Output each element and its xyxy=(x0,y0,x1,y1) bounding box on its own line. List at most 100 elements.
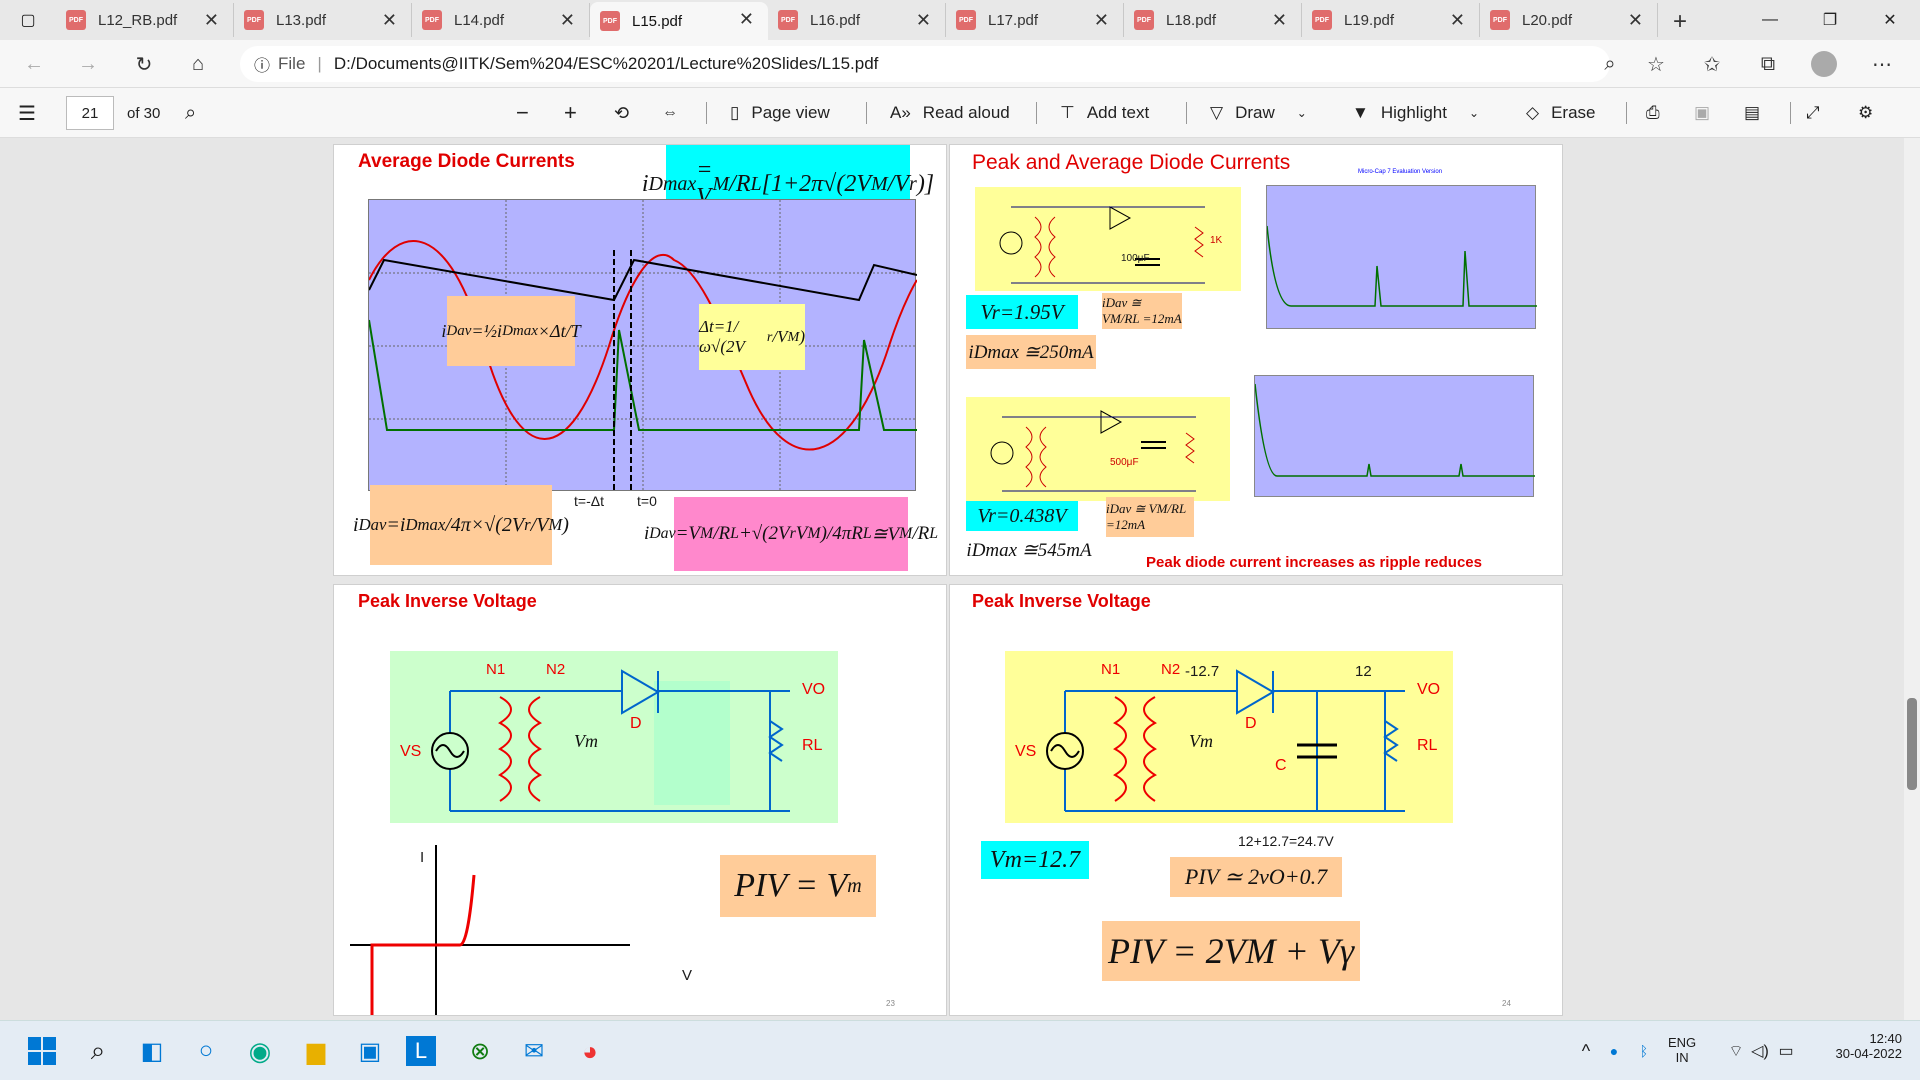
file-explorer-icon[interactable]: ▆ xyxy=(296,1031,336,1071)
contents-icon[interactable]: ☰ xyxy=(18,98,36,128)
zoom-icon[interactable]: ⌕ xyxy=(1594,48,1626,80)
tab-l18-pdf[interactable]: PDF L18.pdf ✕ xyxy=(1124,3,1302,37)
slide-title: Average Diode Currents xyxy=(358,151,575,172)
pdf-icon: PDF xyxy=(66,10,86,30)
taskbar: ⌕ ◧ ○ ◉ ▆ ▣ L ⊗ ✉ ◕ ^ ● ᛒ ENG IN ⌔ ◁) ▭ 1… xyxy=(0,1020,1920,1080)
cortana-icon[interactable]: ○ xyxy=(186,1031,226,1071)
xbox-icon[interactable]: ⊗ xyxy=(460,1031,500,1071)
circuit-500uf: 500μF xyxy=(966,397,1230,501)
save-as-icon[interactable]: ▤ xyxy=(1744,98,1760,128)
slide-title: Peak and Average Diode Currents xyxy=(972,151,1291,174)
vs-label: VS xyxy=(1015,743,1037,760)
tab-l20-pdf[interactable]: PDF L20.pdf ✕ xyxy=(1480,3,1658,37)
search-icon[interactable]: ⌕ xyxy=(78,1031,118,1071)
close-tab-icon[interactable]: ✕ xyxy=(1272,10,1287,31)
close-window-icon[interactable]: ✕ xyxy=(1860,0,1920,40)
windows-start-icon[interactable] xyxy=(22,1031,62,1071)
rotate-icon[interactable]: ⟲ xyxy=(614,98,629,128)
bluetooth-icon[interactable]: ᛒ xyxy=(1624,1031,1664,1071)
piv-formula: PIV = 2VM + Vγ xyxy=(1102,921,1360,981)
tab-label: L20.pdf xyxy=(1522,11,1573,29)
tab-l12_rb-pdf[interactable]: PDF L12_RB.pdf ✕ xyxy=(56,3,234,37)
divider xyxy=(1186,102,1187,124)
chrome-icon[interactable]: ◕ xyxy=(570,1031,610,1071)
tab-label: L15.pdf xyxy=(632,12,683,30)
collections-icon[interactable]: ⧉ xyxy=(1752,48,1784,80)
tab-label: L13.pdf xyxy=(276,11,327,29)
tab-actions-icon[interactable]: ▢ xyxy=(0,0,56,40)
divider xyxy=(1626,102,1627,124)
scroll-thumb[interactable] xyxy=(1907,698,1917,790)
pos-voltage-label: 12 xyxy=(1355,663,1372,680)
vs-label: VS xyxy=(400,743,422,760)
info-icon[interactable]: ⓘ xyxy=(254,52,270,76)
find-icon[interactable]: ⌕ xyxy=(185,98,196,128)
settings-gear-icon[interactable]: ⚙ xyxy=(1858,98,1873,128)
home-icon[interactable]: ⌂ xyxy=(182,48,214,80)
add-text-button[interactable]: ⊤ Add text xyxy=(1060,98,1149,128)
language-indicator[interactable]: ENG IN xyxy=(1668,1035,1696,1065)
restore-icon[interactable]: ❐ xyxy=(1800,0,1860,40)
circuit-diagram: N1 N2 -12.7 12 VS VO D C RL Vm xyxy=(1005,651,1453,823)
new-tab-button[interactable]: + xyxy=(1658,4,1702,40)
forward-icon[interactable]: → xyxy=(72,48,104,80)
t-zero-label: t=0 xyxy=(637,493,657,509)
zoom-in-icon[interactable]: + xyxy=(564,98,577,128)
clock[interactable]: 12:40 30-04-2022 xyxy=(1812,1031,1903,1061)
url-field[interactable]: ⓘ File | D:/Documents@IITK/Sem%204/ESC%2… xyxy=(240,46,1610,82)
store-icon[interactable]: ▣ xyxy=(350,1031,390,1071)
tab-l17-pdf[interactable]: PDF L17.pdf ✕ xyxy=(946,3,1124,37)
draw-label: Draw xyxy=(1235,103,1275,122)
more-icon[interactable]: ⋯ xyxy=(1866,48,1898,80)
minimize-icon[interactable]: — xyxy=(1740,0,1800,40)
fit-page-icon[interactable]: ⇔ xyxy=(662,98,678,128)
draw-button[interactable]: ▽ Draw ⌄ xyxy=(1210,98,1307,128)
app-l-icon[interactable]: L xyxy=(406,1036,436,1066)
read-aloud-button[interactable]: A» Read aloud xyxy=(890,98,1010,128)
favorite-add-icon[interactable]: ☆ xyxy=(1640,48,1672,80)
mail-icon[interactable]: ✉ xyxy=(514,1031,554,1071)
divider xyxy=(1790,102,1791,124)
profile-avatar[interactable] xyxy=(1808,48,1840,80)
close-tab-icon[interactable]: ✕ xyxy=(1628,10,1643,31)
refresh-icon[interactable]: ↻ xyxy=(128,48,160,80)
page-number-input[interactable]: 21 xyxy=(66,96,114,130)
page-view-button[interactable]: ▯ Page view xyxy=(730,98,830,128)
tab-l13-pdf[interactable]: PDF L13.pdf ✕ xyxy=(234,3,412,37)
close-tab-icon[interactable]: ✕ xyxy=(560,10,575,31)
tab-l14-pdf[interactable]: PDF L14.pdf ✕ xyxy=(412,3,590,37)
highlight-button[interactable]: ▼ Highlight ⌄ xyxy=(1352,98,1479,128)
close-tab-icon[interactable]: ✕ xyxy=(204,10,219,31)
erase-button[interactable]: ◇ Erase xyxy=(1526,98,1596,128)
close-tab-icon[interactable]: ✕ xyxy=(916,10,931,31)
cap-label: 500μF xyxy=(1110,457,1139,468)
close-tab-icon[interactable]: ✕ xyxy=(1094,10,1109,31)
plot-1 xyxy=(1266,185,1537,329)
edge-icon[interactable]: ◉ xyxy=(240,1031,280,1071)
tab-label: L16.pdf xyxy=(810,11,861,29)
save-icon[interactable]: ▣ xyxy=(1694,98,1710,128)
close-tab-icon[interactable]: ✕ xyxy=(739,9,754,30)
fullscreen-icon[interactable]: ⤢ xyxy=(1806,98,1820,128)
n1-label: N1 xyxy=(486,661,506,678)
circuit-svg xyxy=(999,206,1205,284)
zoom-out-icon[interactable]: − xyxy=(516,98,529,128)
chevron-down-icon[interactable]: ⌄ xyxy=(1297,106,1307,120)
tab-l16-pdf[interactable]: PDF L16.pdf ✕ xyxy=(768,3,946,37)
tab-l15-pdf[interactable]: PDF L15.pdf ✕ xyxy=(590,2,768,40)
language-code: ENG xyxy=(1668,1035,1697,1050)
vertical-scrollbar[interactable] xyxy=(1904,138,1920,1020)
task-view-icon[interactable]: ◧ xyxy=(132,1031,172,1071)
vr-2: Vr=0.438V xyxy=(966,501,1078,531)
close-tab-icon[interactable]: ✕ xyxy=(382,10,397,31)
tab-l19-pdf[interactable]: PDF L19.pdf ✕ xyxy=(1302,3,1480,37)
chevron-down-icon[interactable]: ⌄ xyxy=(1469,106,1479,120)
tab-label: L19.pdf xyxy=(1344,11,1395,29)
read-aloud-icon: A» xyxy=(890,103,911,122)
close-tab-icon[interactable]: ✕ xyxy=(1450,10,1465,31)
back-icon[interactable]: ← xyxy=(18,48,50,80)
favorites-icon[interactable]: ✩ xyxy=(1696,48,1728,80)
slide-note: Peak diode current increases as ripple r… xyxy=(1146,554,1482,571)
print-icon[interactable]: ⎙ xyxy=(1646,98,1660,128)
battery-icon[interactable]: ▭ xyxy=(1766,1031,1806,1071)
